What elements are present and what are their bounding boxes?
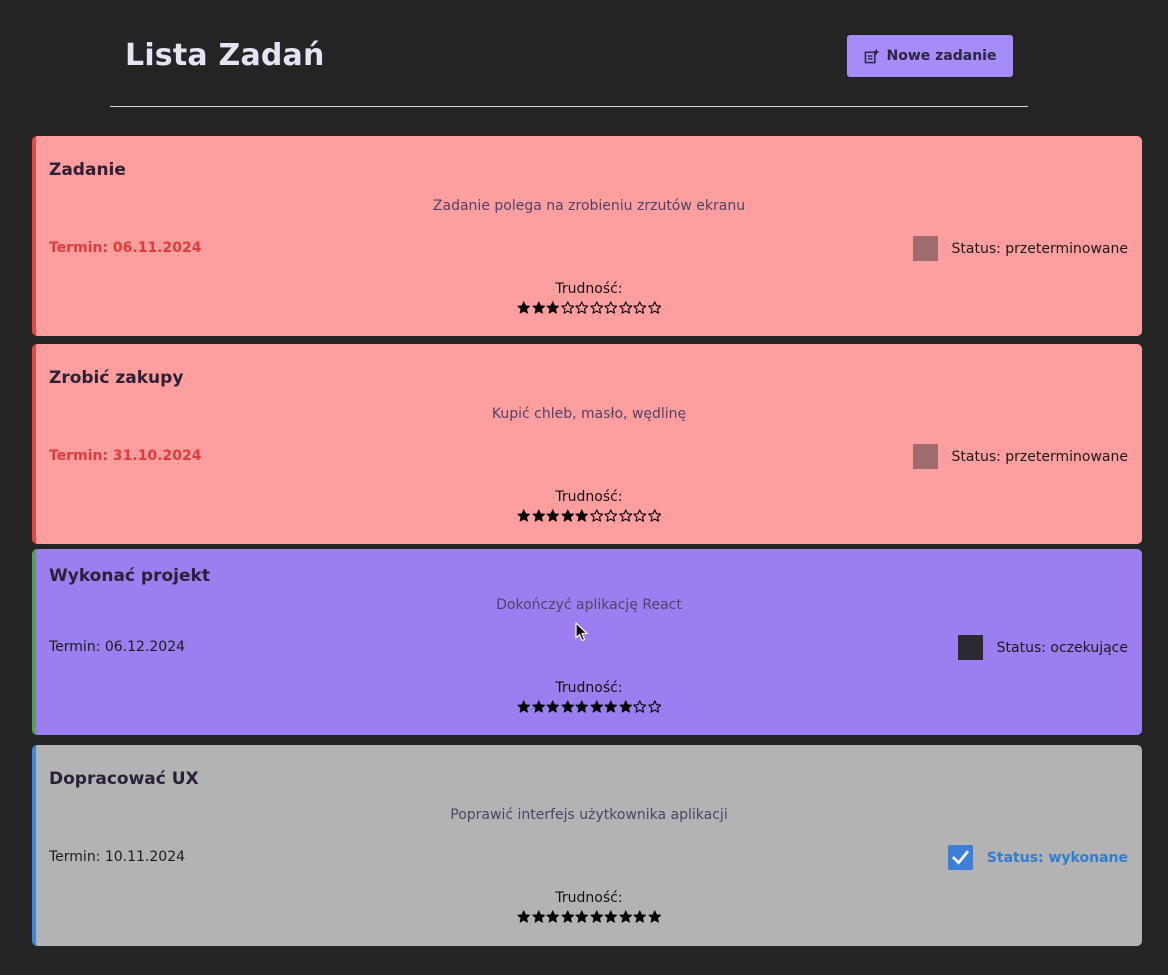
page-title: Lista Zadań <box>125 38 325 73</box>
star-filled-icon <box>647 910 661 923</box>
task-description: Kupić chleb, masło, wędlinę <box>491 406 687 422</box>
star-filled-icon <box>546 910 560 923</box>
star-outline-icon <box>618 509 632 522</box>
status-label: Status: wykonane <box>986 849 1128 866</box>
note-add-icon <box>864 48 879 64</box>
task-deadline: Termin: 06.12.2024 <box>49 639 186 655</box>
task-difficulty: Trudność: <box>36 680 1142 714</box>
star-filled-icon <box>517 700 531 713</box>
star-filled-icon <box>531 301 545 314</box>
task-deadline: Termin: 06.11.2024 <box>49 240 202 256</box>
task-card: Zadanie Zadanie polega na zrobieniu zrzu… <box>32 136 1142 336</box>
star-filled-icon <box>575 700 589 713</box>
status-checkbox[interactable] <box>947 845 973 870</box>
difficulty-label: Trudność: <box>555 489 623 505</box>
star-filled-icon <box>531 910 545 923</box>
task-status: Status: oczekujące <box>957 635 1128 660</box>
status-label: Status: przeterminowane <box>951 448 1128 465</box>
star-filled-icon <box>531 509 545 522</box>
star-outline-icon <box>560 301 574 314</box>
star-filled-icon <box>517 910 531 923</box>
status-label: Status: oczekujące <box>996 639 1128 656</box>
difficulty-rating <box>36 509 1142 523</box>
star-filled-icon <box>560 700 574 713</box>
task-status: Status: przeterminowane <box>912 444 1128 469</box>
star-outline-icon <box>604 301 618 314</box>
star-outline-icon <box>604 509 618 522</box>
new-task-button[interactable]: Nowe zadanie <box>847 35 1013 77</box>
task-title: Zadanie <box>49 160 126 180</box>
star-filled-icon <box>560 910 574 923</box>
task-card: Dopracować UX Poprawić interfejs użytkow… <box>32 745 1142 946</box>
difficulty-label: Trudność: <box>555 680 623 696</box>
star-filled-icon <box>604 910 618 923</box>
star-filled-icon <box>546 700 560 713</box>
star-filled-icon <box>517 301 531 314</box>
star-filled-icon <box>589 910 603 923</box>
task-card: Wykonać projekt Dokończyć aplikację Reac… <box>32 549 1142 735</box>
difficulty-label: Trudność: <box>555 281 623 297</box>
status-checkbox[interactable] <box>912 444 938 469</box>
star-filled-icon <box>531 700 545 713</box>
star-filled-icon <box>604 700 618 713</box>
status-label: Status: przeterminowane <box>951 240 1128 257</box>
star-outline-icon <box>633 700 647 713</box>
star-outline-icon <box>647 301 661 314</box>
task-card: Zrobić zakupy Kupić chleb, masło, wędlin… <box>32 344 1142 544</box>
mouse-cursor-icon <box>575 622 588 642</box>
star-filled-icon <box>618 910 632 923</box>
star-filled-icon <box>560 509 574 522</box>
task-difficulty: Trudność: <box>36 890 1142 924</box>
task-title: Zrobić zakupy <box>49 368 184 388</box>
star-filled-icon <box>618 700 632 713</box>
star-filled-icon <box>546 301 560 314</box>
star-filled-icon <box>575 509 589 522</box>
task-deadline: Termin: 31.10.2024 <box>49 448 202 464</box>
star-filled-icon <box>575 910 589 923</box>
star-outline-icon <box>633 509 647 522</box>
status-checkbox[interactable] <box>957 635 983 660</box>
star-outline-icon <box>647 700 661 713</box>
checkmark-icon <box>951 850 969 865</box>
task-description: Zadanie polega na zrobieniu zrzutów ekra… <box>432 198 746 214</box>
difficulty-label: Trudność: <box>555 890 623 906</box>
star-outline-icon <box>575 301 589 314</box>
status-checkbox[interactable] <box>912 236 938 261</box>
star-outline-icon <box>633 301 647 314</box>
task-description: Poprawić interfejs użytkownika aplikacji <box>450 807 728 823</box>
task-deadline: Termin: 10.11.2024 <box>49 849 186 865</box>
task-difficulty: Trudność: <box>36 489 1142 523</box>
star-filled-icon <box>546 509 560 522</box>
difficulty-rating <box>36 700 1142 714</box>
star-outline-icon <box>647 509 661 522</box>
star-outline-icon <box>589 301 603 314</box>
star-filled-icon <box>633 910 647 923</box>
task-title: Wykonać projekt <box>49 566 210 586</box>
task-title: Dopracować UX <box>49 769 199 789</box>
star-outline-icon <box>618 301 632 314</box>
star-filled-icon <box>517 509 531 522</box>
task-description: Dokończyć aplikację React <box>496 597 682 613</box>
difficulty-rating <box>36 910 1142 924</box>
star-filled-icon <box>589 700 603 713</box>
star-outline-icon <box>589 509 603 522</box>
difficulty-rating <box>36 301 1142 315</box>
task-status: Status: wykonane <box>947 845 1128 870</box>
task-difficulty: Trudność: <box>36 281 1142 315</box>
page-header: Lista Zadań Nowe zadanie <box>110 0 1028 107</box>
task-status: Status: przeterminowane <box>912 236 1128 261</box>
new-task-label: Nowe zadanie <box>886 48 997 64</box>
